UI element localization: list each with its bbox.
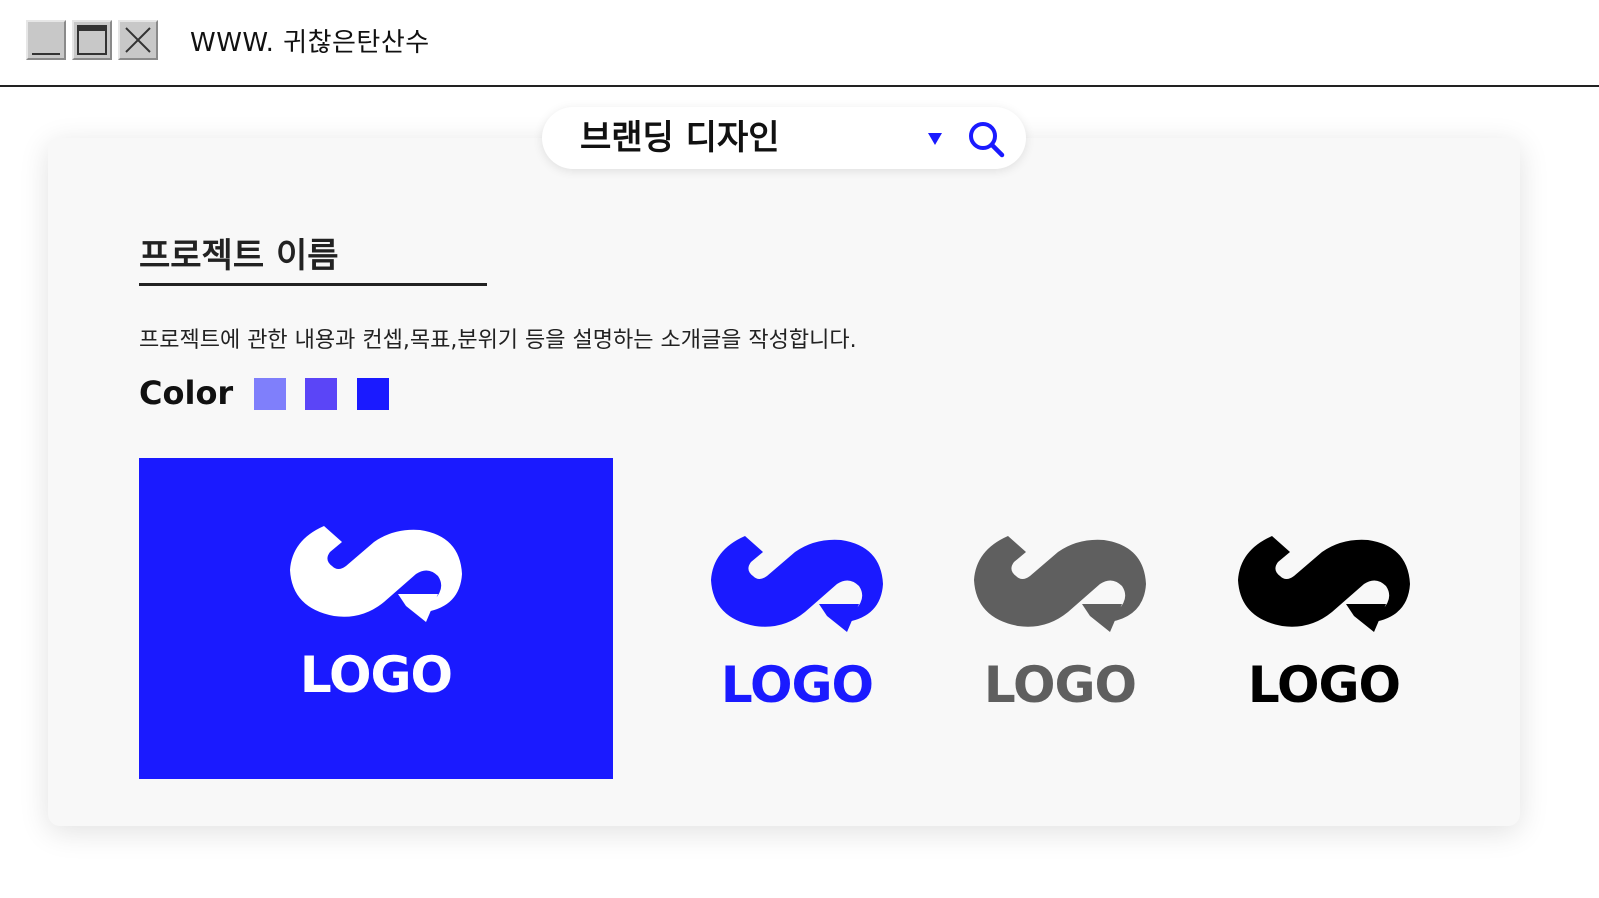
title-underline [139, 283, 487, 286]
logo-text: LOGO [1247, 656, 1401, 714]
close-icon [125, 27, 151, 53]
logo-mark-icon [1238, 536, 1410, 632]
project-description: 프로젝트에 관한 내용과 컨셉,목표,분위기 등을 설명하는 소개글을 작성합니… [139, 328, 857, 353]
logo-text: LOGO [983, 656, 1137, 714]
color-swatch-1 [254, 378, 286, 410]
project-title: 프로젝트 이름 [139, 236, 339, 276]
minimize-icon [32, 53, 60, 55]
close-button[interactable] [118, 20, 158, 60]
minimize-button[interactable] [26, 20, 66, 60]
dropdown-arrow-icon[interactable] [926, 131, 944, 147]
maximize-icon [77, 25, 107, 55]
window-titlebar: WWW. 귀찮은탄산수 [0, 0, 1599, 87]
logo-mark-icon [290, 526, 462, 622]
logo-mark-icon [974, 536, 1146, 632]
color-swatch-2 [305, 378, 337, 410]
logo-text: LOGO [720, 656, 874, 714]
category-select-value[interactable]: 브랜딩 디자인 [580, 115, 780, 161]
maximize-button[interactable] [72, 20, 112, 60]
color-label: Color [139, 374, 234, 412]
search-icon[interactable] [966, 119, 1006, 159]
logo-text: LOGO [299, 646, 453, 704]
color-swatch-3 [357, 378, 389, 410]
window-title: WWW. 귀찮은탄산수 [190, 28, 430, 58]
logo-mark-icon [711, 536, 883, 632]
category-search-bar[interactable]: 브랜딩 디자인 [542, 107, 1026, 169]
